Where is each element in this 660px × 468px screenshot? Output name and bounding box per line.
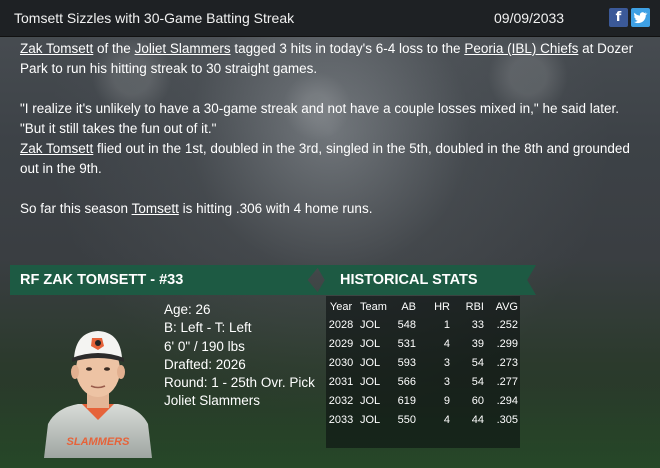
player-height-weight: 6' 0" / 190 lbs — [164, 338, 245, 354]
col-avg: AVG — [495, 300, 518, 313]
headline: Tomsett Sizzles with 30-Game Batting Str… — [14, 10, 295, 26]
table-row: 2029 JOL 531 4 39 .299 — [328, 337, 518, 350]
player-link[interactable]: Tomsett — [132, 201, 179, 216]
table-row: 2028 JOL 548 1 33 .252 — [328, 318, 518, 331]
historical-stats-panel: Year Team AB HR RBI AVG 2028 JOL 548 1 3… — [326, 296, 520, 448]
opponent-link[interactable]: Peoria (IBL) Chiefs — [464, 41, 578, 56]
article-date: 09/09/2033 — [494, 10, 565, 26]
player-info: Age: 26 B: Left - T: Left 6' 0" / 190 lb… — [164, 301, 315, 411]
table-row: 2031 JOL 566 3 54 .277 — [328, 375, 518, 388]
player-bats-throws: B: Left - T: Left — [164, 320, 252, 336]
jersey-text: SLAMMERS — [67, 436, 131, 448]
col-rbi: RBI — [465, 300, 484, 313]
table-row: 2032 JOL 619 9 60 .294 — [328, 394, 518, 407]
player-photo: SLAMMERS — [44, 331, 152, 458]
player-link[interactable]: Zak Tomsett — [20, 41, 93, 56]
col-ab: AB — [401, 300, 416, 313]
table-row: 2030 JOL 593 3 54 .273 — [328, 356, 518, 369]
player-name-ribbon: RF ZAK TOMSETT - #33 — [10, 265, 320, 295]
historical-stats-table: Year Team AB HR RBI AVG 2028 JOL 548 1 3… — [326, 298, 518, 429]
table-row: 2033 JOL 550 4 44 .305 — [328, 413, 518, 426]
facebook-icon[interactable]: f — [609, 8, 628, 27]
player-drafted: Drafted: 2026 — [164, 356, 246, 372]
player-age: Age: 26 — [164, 302, 211, 317]
col-year: Year — [329, 300, 353, 313]
article-paragraph: Zak Tomsett flied out in the 1st, double… — [20, 141, 630, 176]
twitter-icon[interactable] — [631, 8, 650, 27]
stats-header-row: Year Team AB HR RBI AVG — [326, 298, 518, 315]
historical-stats-ribbon: HISTORICAL STATS — [316, 265, 536, 295]
article-paragraph: Zak Tomsett of the Joliet Slammers tagge… — [20, 41, 634, 76]
player-draft-round: Round: 1 - 25th Ovr. Pick — [164, 375, 315, 391]
article-quote: "I realize it's unlikely to have a 30-ga… — [20, 101, 619, 136]
player-team: Joliet Slammers — [164, 393, 261, 409]
col-hr: HR — [434, 300, 450, 313]
team-link[interactable]: Joliet Slammers — [135, 41, 231, 56]
article-body: Zak Tomsett of the Joliet Slammers tagge… — [20, 39, 640, 219]
col-team: Team — [360, 300, 387, 313]
article-paragraph: So far this season Tomsett is hitting .3… — [20, 201, 373, 216]
news-header: Tomsett Sizzles with 30-Game Batting Str… — [0, 0, 660, 37]
player-link[interactable]: Zak Tomsett — [20, 141, 93, 156]
